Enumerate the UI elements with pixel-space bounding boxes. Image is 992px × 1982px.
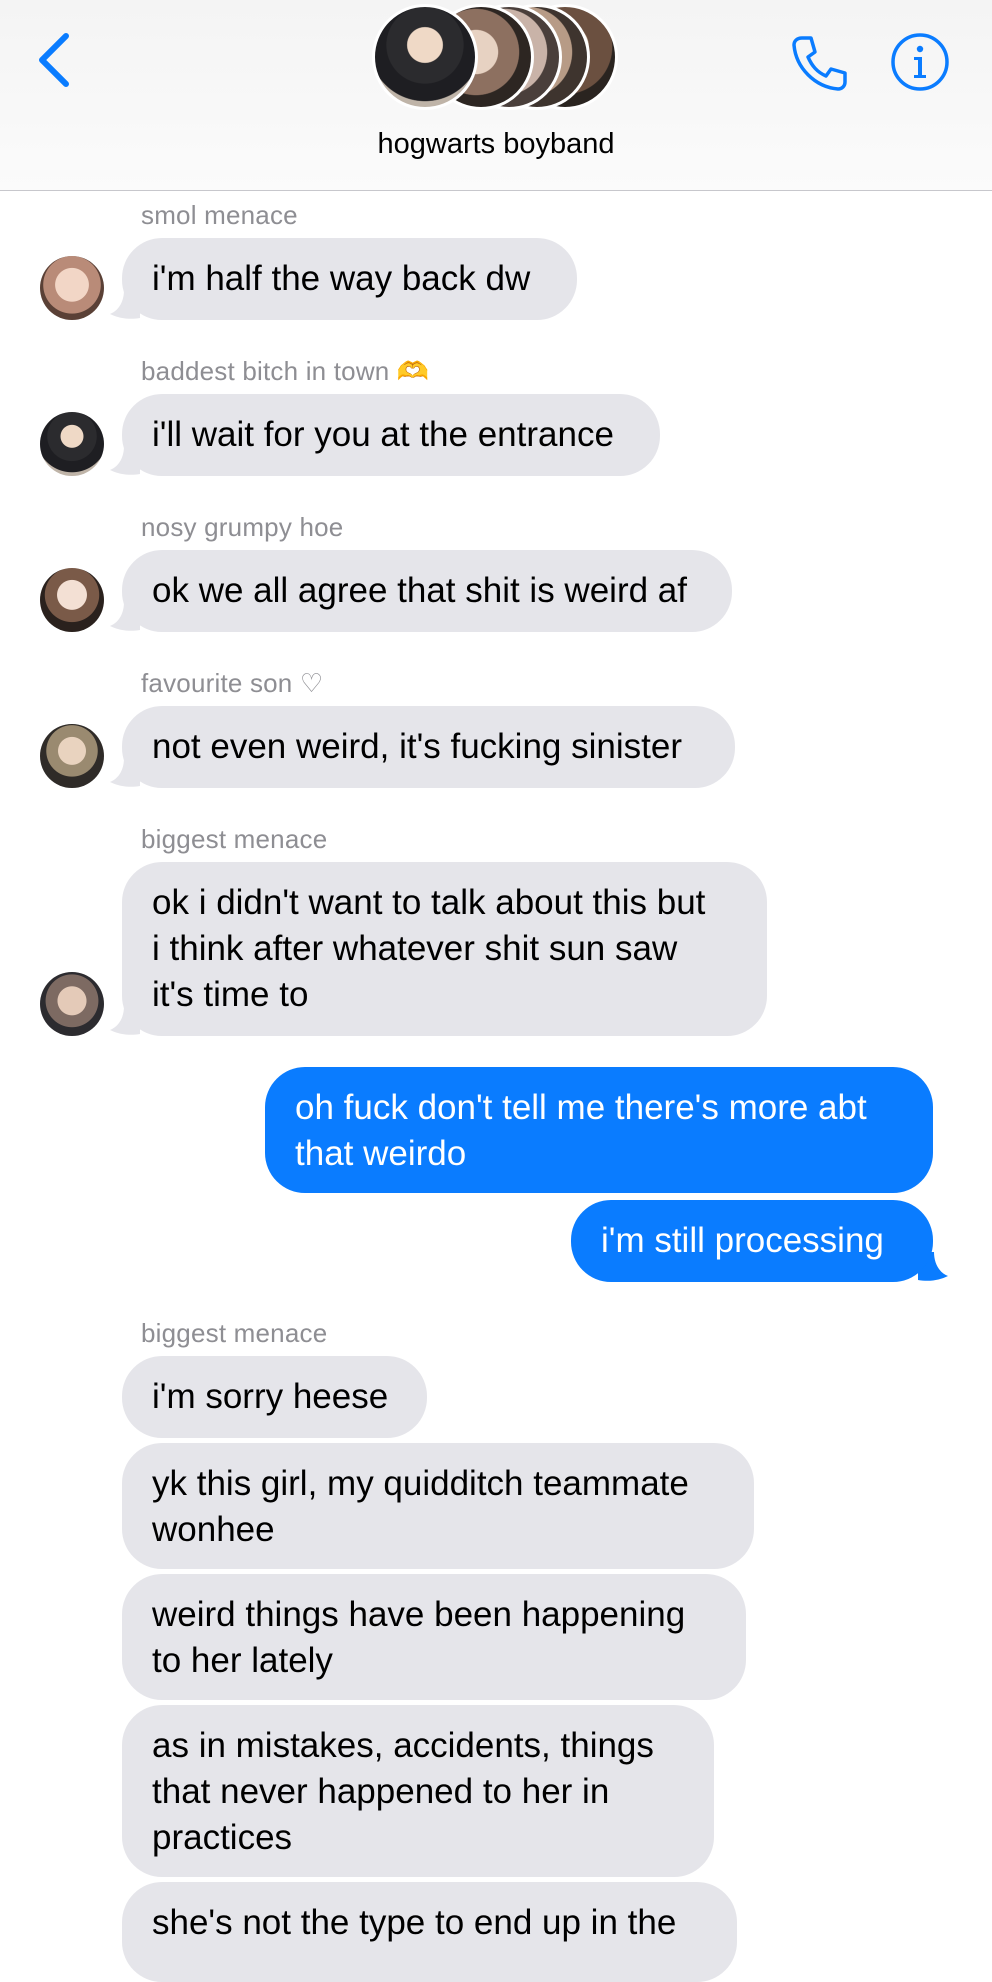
message-bubble-sent[interactable]: i'm still processing [571, 1200, 933, 1282]
phone-icon [792, 36, 847, 91]
sender-name: smol menace [141, 200, 298, 230]
message-bubble-sent[interactable]: oh fuck don't tell me there's more abt t… [265, 1067, 933, 1193]
group-name[interactable]: hogwarts boyband [0, 128, 992, 161]
avatar[interactable] [40, 568, 104, 632]
message-bubble[interactable]: i'm sorry heese [122, 1356, 427, 1438]
sender-name: baddest bitch in town 🫶 [141, 356, 430, 386]
message-bubble[interactable]: ok i didn't want to talk about this but … [122, 862, 767, 1036]
message-bubble[interactable]: yk this girl, my quidditch teammate wonh… [122, 1443, 754, 1569]
avatar[interactable] [40, 724, 104, 788]
avatar[interactable] [40, 972, 104, 1036]
sender-name: favourite son ♡ [141, 668, 324, 698]
message-bubble[interactable]: she's not the type to end up in the [122, 1882, 737, 1982]
chat-header: hogwarts boyband [0, 0, 992, 191]
message-bubble[interactable]: weird things have been happening to her … [122, 1574, 746, 1700]
back-button[interactable] [30, 28, 80, 92]
group-avatar-stack[interactable] [372, 4, 622, 114]
sender-name: nosy grumpy hoe [141, 512, 344, 542]
info-button[interactable] [888, 30, 952, 94]
avatar [372, 4, 478, 110]
message-bubble[interactable]: i'll wait for you at the entrance [122, 394, 660, 476]
info-icon [891, 33, 949, 91]
message-bubble[interactable]: i'm half the way back dw [122, 238, 577, 320]
message-bubble[interactable]: as in mistakes, accidents, things that n… [122, 1705, 714, 1877]
message-bubble[interactable]: ok we all agree that shit is weird af [122, 550, 732, 632]
sender-name: biggest menace [141, 1318, 328, 1348]
avatar[interactable] [40, 256, 104, 320]
call-button[interactable] [784, 28, 854, 98]
message-bubble[interactable]: not even weird, it's fucking sinister [122, 706, 735, 788]
chevron-left-icon [39, 33, 69, 87]
avatar[interactable] [40, 412, 104, 476]
sender-name: biggest menace [141, 824, 328, 854]
